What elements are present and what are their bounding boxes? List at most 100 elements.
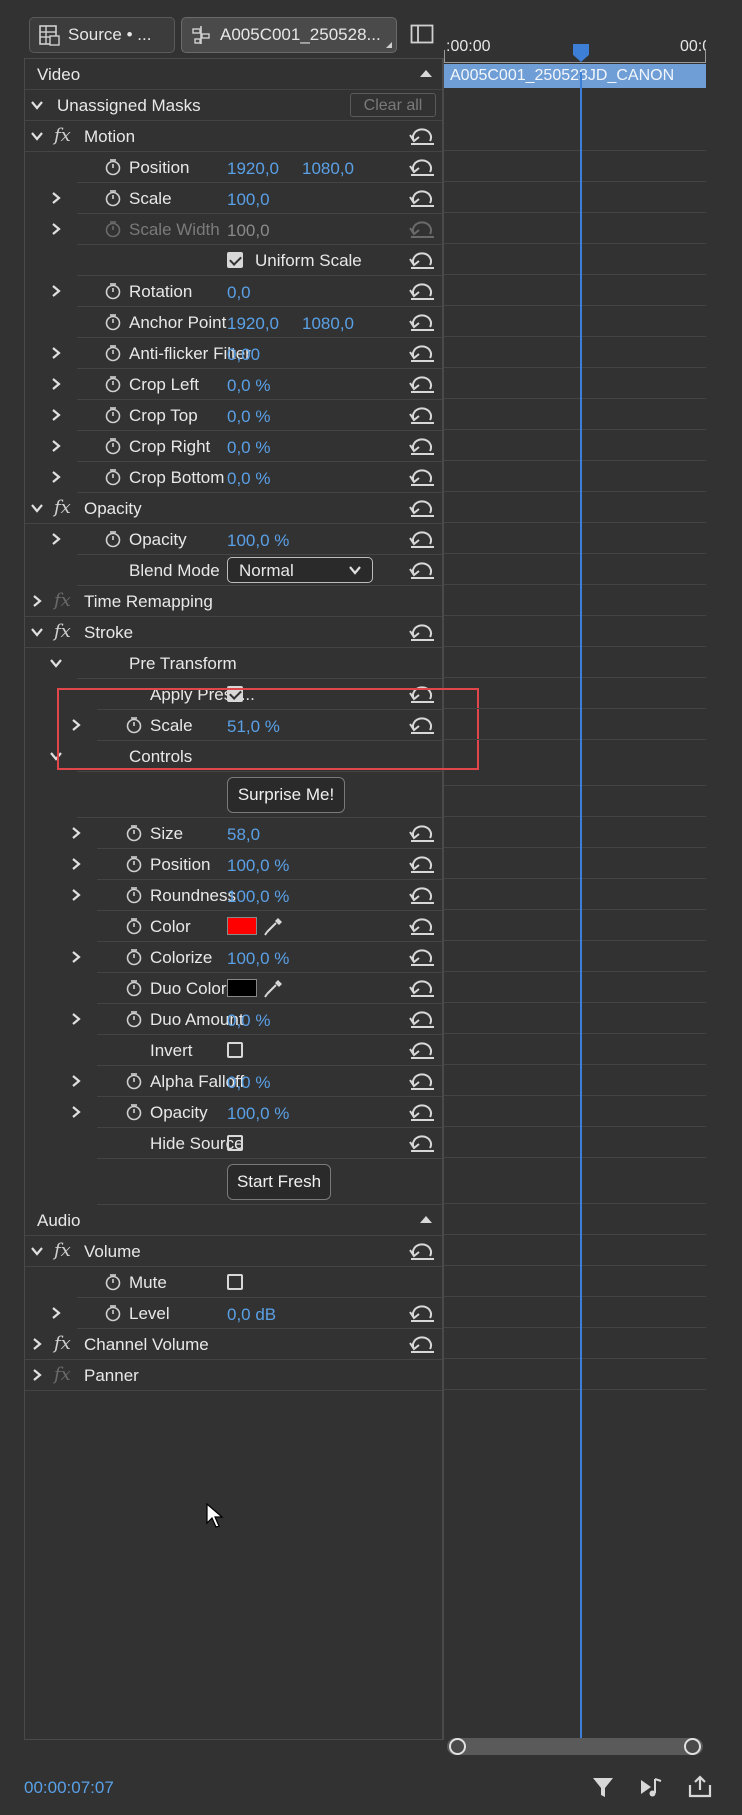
reset-icon[interactable] [408,623,436,643]
reset-icon[interactable] [408,855,436,875]
fx-icon[interactable]: fx [54,125,71,146]
reset-icon[interactable] [408,948,436,968]
stopwatch-icon[interactable] [104,406,122,424]
reset-icon[interactable] [408,468,436,488]
crop-right-value[interactable]: 0,0 % [227,438,270,458]
fx-icon[interactable]: fx [54,621,71,642]
reset-icon[interactable] [408,158,436,178]
duo-amount-value[interactable]: 0,0 % [227,1011,270,1031]
reset-icon[interactable] [408,375,436,395]
tab-menu-corner-icon[interactable] [386,42,392,48]
fx-icon[interactable]: fx [54,1333,71,1354]
crop-left-value[interactable]: 0,0 % [227,376,270,396]
chevron-right-icon[interactable] [49,532,63,546]
reset-icon[interactable] [408,1134,436,1154]
stopwatch-icon[interactable] [125,979,143,997]
filter-icon[interactable] [589,1773,617,1801]
reset-icon[interactable] [408,824,436,844]
stopwatch-icon[interactable] [104,282,122,300]
eyedropper-icon[interactable] [263,977,285,999]
reset-icon[interactable] [408,344,436,364]
stopwatch-icon[interactable] [125,855,143,873]
reset-icon[interactable] [408,1041,436,1061]
color-swatch[interactable] [227,917,257,935]
reset-icon[interactable] [408,530,436,550]
current-timecode[interactable]: 00:00:07:07 [24,1778,114,1798]
tab-source[interactable]: Source • ... [29,17,175,53]
position-x-value[interactable]: 1920,0 [227,159,279,179]
hide-source-checkbox[interactable] [227,1135,243,1151]
chevron-right-icon[interactable] [49,439,63,453]
chevron-right-icon[interactable] [49,222,63,236]
position-y-value[interactable]: 1080,0 [302,159,354,179]
chevron-right-icon[interactable] [30,1337,44,1351]
play-audio-icon[interactable] [638,1773,666,1801]
reset-icon[interactable] [408,886,436,906]
anti-flicker-value[interactable]: 0,00 [227,345,260,365]
rotation-value[interactable]: 0,0 [227,283,251,303]
chevron-down-icon[interactable] [30,98,44,112]
reset-icon[interactable] [408,282,436,302]
audio-section-header[interactable]: Audio [25,1205,442,1236]
opacity-value[interactable]: 100,0 % [227,531,289,551]
reset-icon[interactable] [408,437,436,457]
roundness-value[interactable]: 100,0 % [227,887,289,907]
chevron-right-icon[interactable] [49,1306,63,1320]
fx-icon[interactable]: fx [54,1240,71,1261]
zoom-handle-right[interactable] [684,1738,701,1755]
stopwatch-icon[interactable] [104,313,122,331]
reset-icon[interactable] [408,979,436,999]
reset-icon[interactable] [408,406,436,426]
timeline-clip[interactable]: A005C001_250528JD_CANON [444,64,706,88]
chevron-right-icon[interactable] [69,826,83,840]
chevron-right-icon[interactable] [49,408,63,422]
chevron-right-icon[interactable] [49,377,63,391]
stopwatch-icon[interactable] [104,437,122,455]
chevron-down-icon[interactable] [49,656,63,670]
reset-icon[interactable] [408,1335,436,1355]
colorize-value[interactable]: 100,0 % [227,949,289,969]
zoom-handle-left[interactable] [449,1738,466,1755]
collapse-up-icon[interactable] [420,70,432,77]
chevron-right-icon[interactable] [30,594,44,608]
reset-icon[interactable] [408,1010,436,1030]
stopwatch-icon[interactable] [125,1103,143,1121]
blend-mode-dropdown[interactable]: Normal [227,557,373,583]
level-value[interactable]: 0,0 dB [227,1305,276,1325]
mute-checkbox[interactable] [227,1274,243,1290]
chevron-right-icon[interactable] [49,346,63,360]
stopwatch-icon[interactable] [125,1072,143,1090]
reset-icon[interactable] [408,1242,436,1262]
reset-icon[interactable] [408,1304,436,1324]
chevron-right-icon[interactable] [30,1368,44,1382]
stopwatch-icon[interactable] [104,189,122,207]
chevron-right-icon[interactable] [49,470,63,484]
fx-icon[interactable]: fx [54,497,71,518]
stroke-opacity-value[interactable]: 100,0 % [227,1104,289,1124]
stopwatch-icon[interactable] [104,468,122,486]
stopwatch-icon[interactable] [104,530,122,548]
duo-color-swatch[interactable] [227,979,257,997]
chevron-down-icon[interactable] [30,129,44,143]
stopwatch-icon[interactable] [104,1304,122,1322]
chevron-right-icon[interactable] [49,284,63,298]
chevron-right-icon[interactable] [69,1012,83,1026]
size-value[interactable]: 58,0 [227,825,260,845]
crop-top-value[interactable]: 0,0 % [227,407,270,427]
eyedropper-icon[interactable] [263,915,285,937]
chevron-down-icon[interactable] [30,1244,44,1258]
crop-bottom-value[interactable]: 0,0 % [227,469,270,489]
stopwatch-icon[interactable] [125,886,143,904]
chevron-right-icon[interactable] [69,1105,83,1119]
clear-all-button[interactable]: Clear all [350,93,436,117]
alpha-falloff-value[interactable]: 0,0 % [227,1073,270,1093]
chevron-right-icon[interactable] [69,857,83,871]
reset-icon[interactable] [408,127,436,147]
chevron-right-icon[interactable] [69,1074,83,1088]
uniform-scale-checkbox[interactable] [227,252,243,268]
stopwatch-icon[interactable] [104,1273,122,1291]
stopwatch-icon[interactable] [125,1010,143,1028]
anchor-y-value[interactable]: 1080,0 [302,314,354,334]
stopwatch-icon[interactable] [104,344,122,362]
video-section-header[interactable]: Video [25,59,442,90]
